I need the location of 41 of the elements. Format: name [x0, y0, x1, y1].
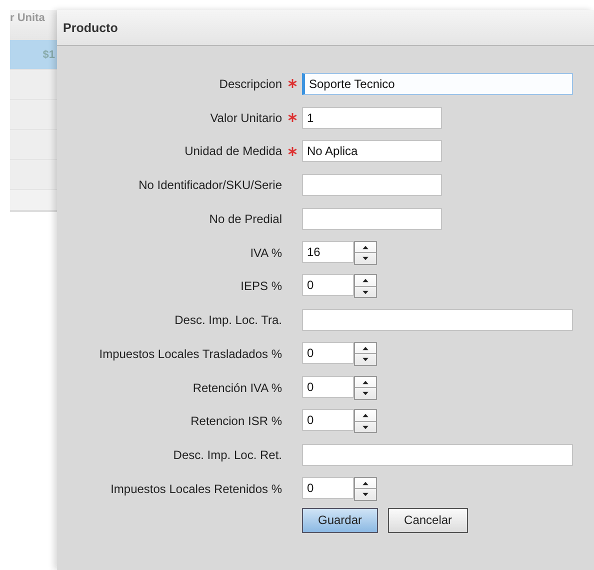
input-field[interactable]: 0 [302, 376, 354, 398]
field-label: Desc. Imp. Loc. Tra. [174, 313, 282, 328]
field-label: Valor Unitario [210, 110, 282, 125]
column-header: r Unita [10, 12, 46, 24]
input-field[interactable] [302, 309, 573, 332]
input-field[interactable]: Soporte Tecnico [302, 72, 573, 95]
input-field[interactable]: 0 [302, 409, 354, 432]
input-field[interactable]: 0 [302, 342, 354, 364]
grid-row[interactable] [10, 130, 57, 160]
input-field[interactable] [302, 444, 573, 466]
cancel-button[interactable]: Cancelar [388, 508, 468, 533]
grid-row[interactable] [10, 100, 57, 130]
grid-row[interactable] [10, 70, 57, 100]
spinner-arrows[interactable] [354, 376, 377, 400]
field-label: Unidad de Medida [184, 144, 282, 158]
field-label: Retencion ISR % [190, 414, 282, 428]
dialog-title: Producto [63, 20, 118, 34]
field-label: Impuestos Locales Retenidos % [110, 482, 282, 496]
input-field[interactable]: No Aplica [302, 140, 442, 162]
field-label: Retención IVA % [192, 380, 282, 395]
field-label: IVA % [250, 246, 282, 260]
field-label: No Identificador/SKU/Serie [138, 178, 282, 192]
input-field[interactable]: 0 [302, 274, 354, 296]
price-cell-text: $1 [42, 48, 56, 60]
input-field[interactable] [302, 208, 442, 230]
field-label: No de Predial [209, 212, 282, 226]
field-label: Impuestos Locales Trasladados % [99, 346, 282, 361]
save-button[interactable]: Guardar [302, 508, 378, 533]
field-label: IEPS % [240, 279, 282, 294]
spinner-arrows[interactable] [354, 409, 377, 434]
input-field[interactable] [302, 174, 442, 196]
input-field[interactable]: 1 [302, 106, 442, 129]
spinner-arrows[interactable] [354, 342, 377, 366]
spinner-arrows[interactable] [354, 240, 377, 265]
field-label: Descripcion [219, 76, 282, 91]
input-field[interactable]: 16 [302, 240, 354, 263]
input-field[interactable]: 0 [302, 476, 354, 499]
field-label: Desc. Imp. Loc. Ret. [173, 448, 282, 462]
spinner-arrows[interactable] [354, 274, 377, 298]
grid-row[interactable] [10, 160, 57, 190]
spinner-arrows[interactable] [354, 476, 377, 501]
